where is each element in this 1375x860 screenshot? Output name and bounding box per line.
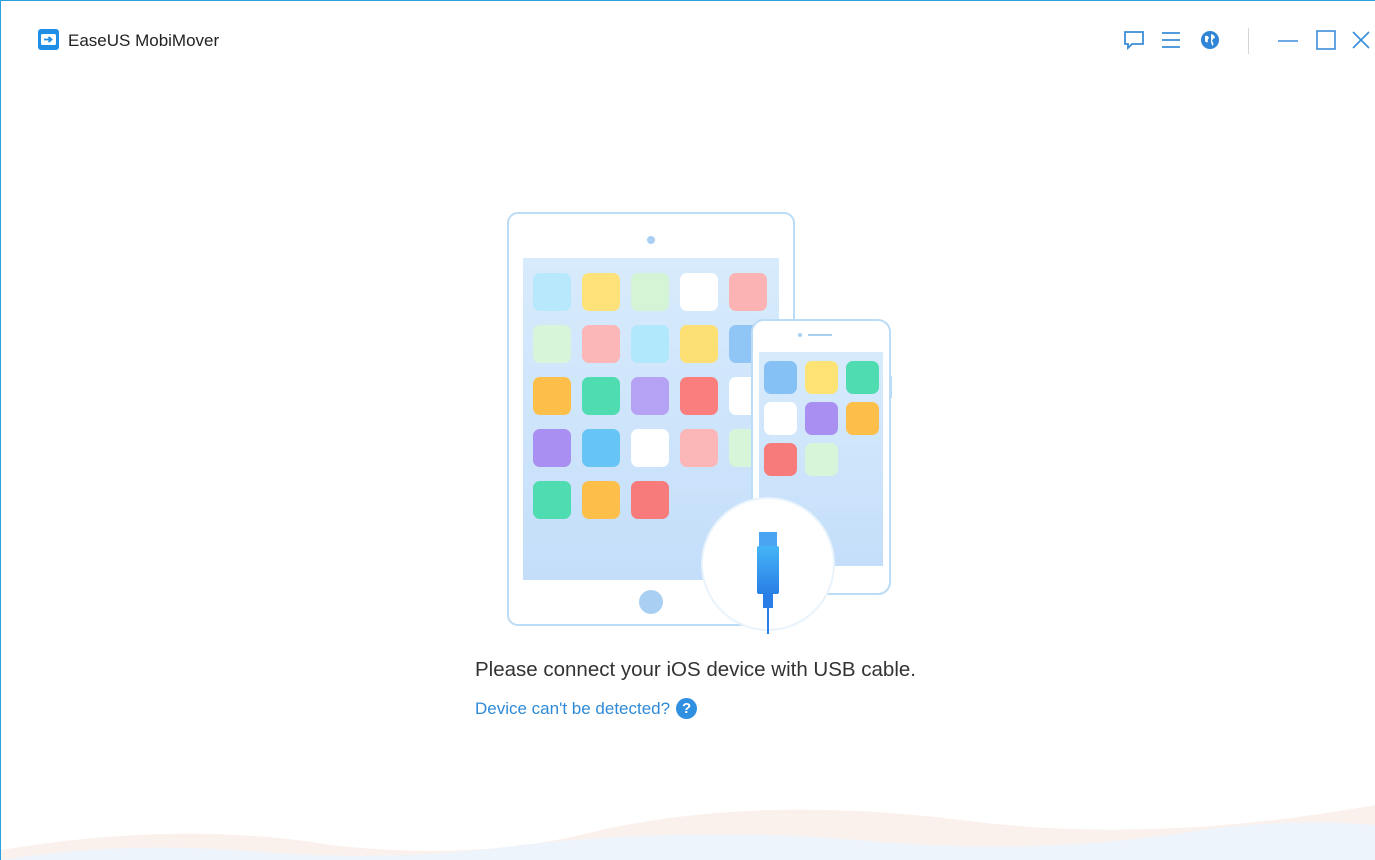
title-separator <box>1248 28 1249 54</box>
bottom-wave-decoration <box>1 805 1375 860</box>
minimize-button[interactable] <box>1271 23 1303 57</box>
language-button[interactable] <box>1193 23 1225 57</box>
feedback-icon <box>1124 31 1144 51</box>
help-question-icon[interactable]: ? <box>676 698 698 719</box>
close-button[interactable] <box>1344 23 1375 57</box>
app-logo-icon <box>38 29 59 50</box>
close-icon <box>1352 31 1370 49</box>
maximize-button[interactable] <box>1309 23 1341 57</box>
title-bar: EaseUS MobiMover <box>1 1 1375 79</box>
device-not-detected-link[interactable]: Device can't be detected? ? <box>475 698 698 719</box>
device-connection-illustration <box>507 212 892 634</box>
globe-icon <box>1201 31 1219 49</box>
app-window: EaseUS MobiMover Please connect your iOS… <box>0 0 1375 860</box>
menu-icon <box>1162 32 1180 48</box>
menu-button[interactable] <box>1154 23 1186 57</box>
device-not-detected-label[interactable]: Device can't be detected? <box>475 699 670 719</box>
app-title: EaseUS MobiMover <box>68 31 220 50</box>
feedback-button[interactable] <box>1117 23 1149 57</box>
minimize-icon <box>1278 40 1298 42</box>
connect-device-message: Please connect your iOS device with USB … <box>475 658 916 681</box>
maximize-icon <box>1316 30 1336 50</box>
